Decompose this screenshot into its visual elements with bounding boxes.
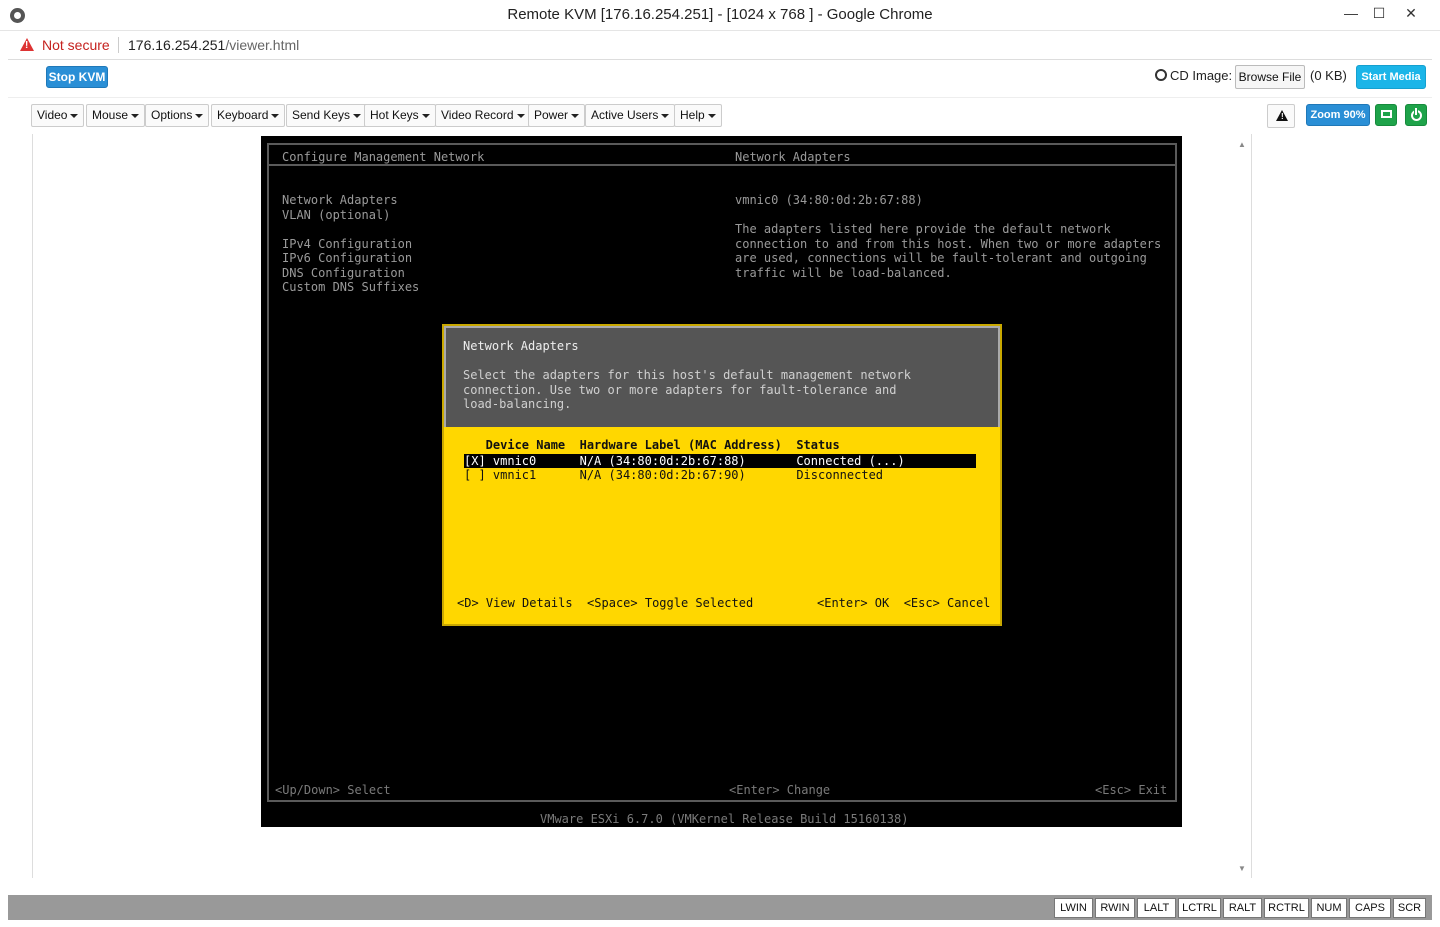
menu-item-vlan[interactable]: VLAN (optional) [282,208,390,223]
right-pane-desc-line: are used, connections will be fault-tole… [735,251,1147,265]
cd-image-label: CD Image: [1170,68,1233,83]
menu-label: Help [680,108,705,122]
menu-label: Video [37,108,68,122]
url-path: /viewer.html [225,37,300,53]
menu-label: Options [151,108,193,122]
menu-label: Hot Keys [370,108,419,122]
right-pane-desc-line: traffic will be load-balanced. [735,265,952,280]
right-pane-desc-line: The adapters listed here provide the def… [735,222,1111,236]
caret-down-icon [353,113,362,118]
caret-down-icon [516,113,525,118]
footer-change-hint: <Enter> Change [729,783,831,797]
address-bar[interactable]: ! Not secure 176.16.254.251/viewer.html [8,31,1432,60]
caret-down-icon [571,113,580,118]
menu-label: Active Users [591,108,659,122]
kvm-menubar: Video Mouse Options Keyboard Send Keys H… [8,98,1432,134]
menu-keyboard[interactable]: Keyboard [211,104,286,127]
remote-screen[interactable]: Configure Management Network Network Ada… [261,136,1182,827]
build-info: VMware ESXi 6.7.0 (VMKernel Release Buil… [540,812,909,826]
zoom-button[interactable]: Zoom 90% [1306,104,1370,126]
url-text[interactable]: 176.16.254.251/viewer.html [128,37,299,53]
menu-item-ipv6[interactable]: IPv6 Configuration [282,251,412,266]
caret-down-icon [70,113,79,118]
menu-options[interactable]: Options [145,104,210,127]
dialog-desc-line: connection. Use two or more adapters for… [463,382,897,397]
power-icon [1411,108,1422,121]
menu-video[interactable]: Video [31,104,85,127]
url-host: 176.16.254.251 [128,37,226,53]
close-button[interactable]: ✕ [1396,2,1426,24]
kvm-top-toolbar: Stop KVM CD Image: Browse File (0 KB) St… [8,60,1432,98]
menu-label: Keyboard [217,108,269,122]
browse-file-button[interactable]: Browse File [1235,65,1305,89]
key-rwin[interactable]: RWIN [1095,898,1135,918]
window-title: Remote KVM [176.16.254.251] - [1024 x 76… [507,6,933,23]
scroll-down-icon[interactable]: ▼ [1238,864,1246,873]
display-button[interactable] [1375,104,1397,126]
menu-video-record[interactable]: Video Record [435,104,531,127]
menu-label: Send Keys [292,108,351,122]
key-lctrl[interactable]: LCTRL [1178,898,1221,918]
adapter-row-vmnic0: [X] vmnic0 N/A (34:80:0d:2b:67:88) Conne… [464,454,905,468]
caret-down-icon [661,113,670,118]
adapter-row-vmnic1[interactable]: [ ] vmnic1 N/A (34:80:0d:2b:67:90) Disco… [464,468,883,483]
dialog-title: Network Adapters [463,339,579,353]
dialog-desc-line: load-balancing. [463,397,572,411]
scroll-up-icon[interactable]: ▲ [1238,140,1246,149]
key-caps[interactable]: CAPS [1349,898,1391,918]
caret-down-icon [707,113,716,118]
cd-icon [1155,69,1167,81]
menu-item-custom-dns[interactable]: Custom DNS Suffixes [282,280,419,295]
start-media-button[interactable]: Start Media [1356,65,1426,89]
footer-exit-hint: <Esc> Exit [1095,783,1168,797]
monitor-icon [1381,110,1392,118]
key-lwin[interactable]: LWIN [1054,898,1093,918]
right-pane-nic: vmnic0 (34:80:0d:2b:67:88) [735,193,923,207]
footer-select-hint: <Up/Down> Select [275,783,391,797]
alert-button[interactable]: ! [1267,104,1295,128]
dialog-header: Network Adapters Select the adapters for… [444,326,1000,427]
file-size-label: (0 KB) [1310,68,1347,83]
key-num[interactable]: NUM [1311,898,1347,918]
caret-down-icon [131,113,140,118]
power-button[interactable] [1405,104,1427,126]
menu-item-dns[interactable]: DNS Configuration [282,266,405,281]
caret-down-icon [195,113,204,118]
key-ralt[interactable]: RALT [1223,898,1262,918]
menu-active-users[interactable]: Active Users [585,104,676,127]
adapter-row-selected[interactable]: [X] vmnic0 N/A (34:80:0d:2b:67:88) Conne… [464,454,976,468]
menu-item-network-adapters[interactable]: Network Adapters [282,193,398,208]
key-toggle-bar: LWIN RWIN LALT LCTRL RALT RCTRL NUM CAPS… [8,895,1432,920]
menu-label: Mouse [92,108,129,122]
address-divider [118,37,119,53]
warning-icon[interactable]: ! [20,38,34,51]
menu-help[interactable]: Help [674,104,722,127]
window-titlebar: Remote KVM [176.16.254.251] - [1024 x 76… [0,0,1440,31]
key-rctrl[interactable]: RCTRL [1264,898,1309,918]
right-pane-desc-line: connection to and from this host. When t… [735,236,1162,251]
warning-icon: ! [1276,110,1288,121]
key-scr[interactable]: SCR [1393,898,1426,918]
menu-send-keys[interactable]: Send Keys [286,104,368,127]
network-adapters-dialog: Network Adapters Select the adapters for… [442,324,1002,626]
dialog-desc-line: Select the adapters for this host's defa… [463,368,911,382]
maximize-button[interactable]: ☐ [1364,2,1394,24]
stop-kvm-button[interactable]: Stop KVM [46,66,108,88]
caret-down-icon [421,113,430,118]
adapter-table-header: Device Name Hardware Label (MAC Address)… [464,438,840,452]
menu-label: Video Record [441,108,514,122]
menu-item-ipv4[interactable]: IPv4 Configuration [282,237,412,252]
menu-label: Power [534,108,569,122]
caret-down-icon [271,113,280,118]
minimize-button[interactable]: — [1336,2,1366,24]
dialog-footer-left: <D> View Details <Space> Toggle Selected [457,596,754,610]
menu-power[interactable]: Power [528,104,586,127]
menu-mouse[interactable]: Mouse [86,104,146,127]
right-pane-header: Network Adapters [735,150,851,164]
menu-hot-keys[interactable]: Hot Keys [364,104,436,127]
left-pane-header: Configure Management Network [282,150,485,164]
dialog-footer-right: <Enter> OK <Esc> Cancel [817,596,991,610]
key-lalt[interactable]: LALT [1137,898,1176,918]
not-secure-label[interactable]: Not secure [42,37,110,53]
